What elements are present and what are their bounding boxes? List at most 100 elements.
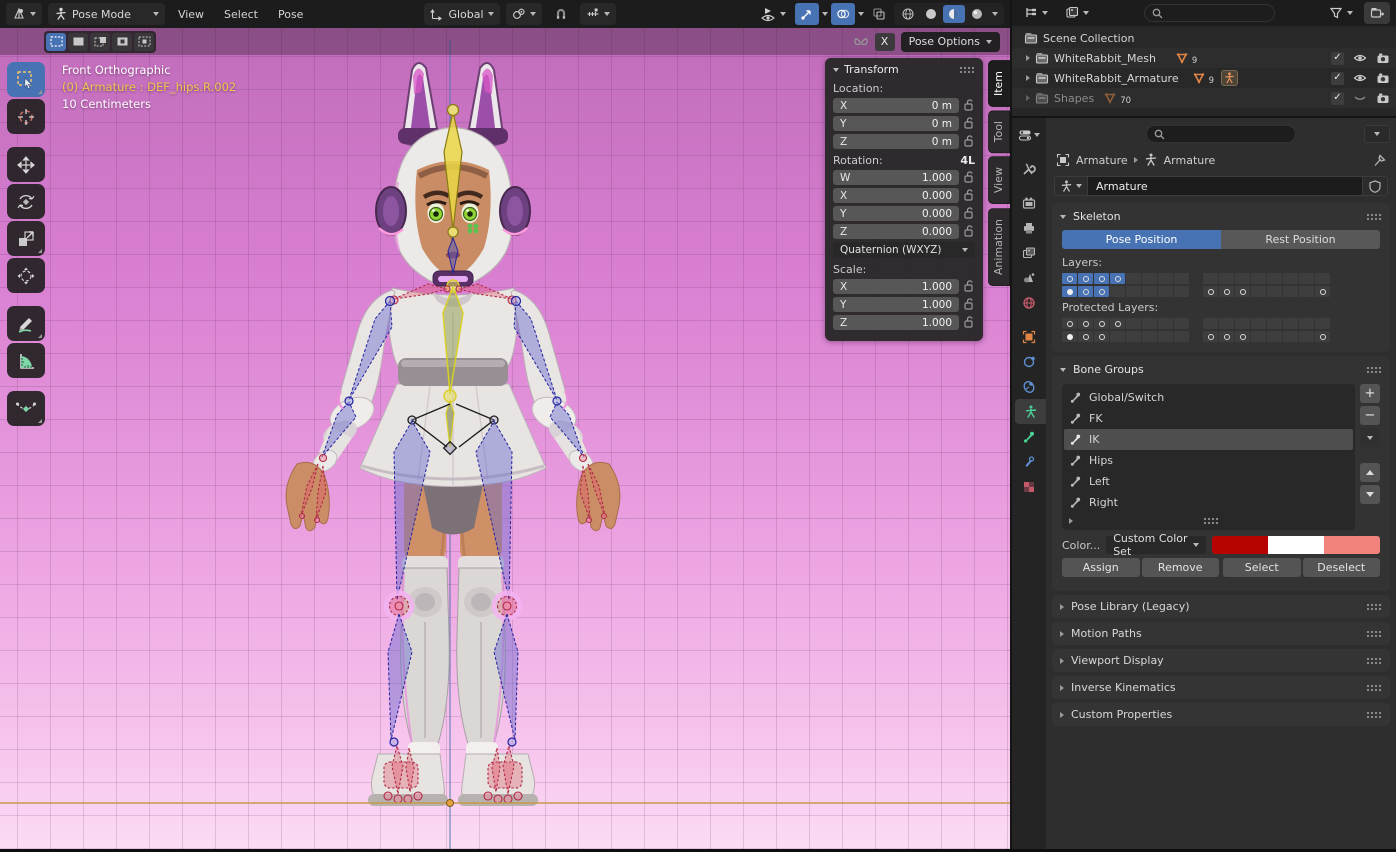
bone-layer-cell[interactable] (1219, 318, 1234, 329)
bone-layer-cell[interactable] (1251, 286, 1266, 297)
panel-grip[interactable] (1366, 603, 1382, 610)
scale-x-field[interactable]: X1.000 (833, 279, 959, 294)
bone-layer-cell[interactable] (1251, 318, 1266, 329)
select-mode-set-button[interactable] (46, 33, 66, 51)
bone-layer-cell[interactable] (1126, 273, 1141, 284)
bone-layer-cell[interactable] (1174, 331, 1189, 342)
outliner-row-armature[interactable]: WhiteRabbit_Armature 9 ✓ (1012, 68, 1396, 88)
outliner-properties-divider[interactable] (1012, 116, 1396, 118)
bone-layer-cell[interactable] (1174, 318, 1189, 329)
panel-custom-properties[interactable]: Custom Properties (1052, 703, 1390, 726)
bone-layer-cell[interactable] (1142, 331, 1157, 342)
panel-collapse-chevron[interactable] (1060, 368, 1066, 372)
select-mode-extend-button[interactable] (68, 33, 88, 51)
tool-transform[interactable] (7, 258, 45, 293)
rotation-x-field[interactable]: X0.000 (833, 188, 959, 203)
bone-layer-cell[interactable] (1142, 318, 1157, 329)
rotation-w-field[interactable]: W1.000 (833, 170, 959, 185)
bone-layer-cell[interactable] (1219, 286, 1234, 297)
shading-rendered-button[interactable] (966, 5, 988, 23)
bone-group-specials-button[interactable] (1360, 428, 1380, 447)
bone-layer-cell[interactable] (1267, 273, 1282, 284)
expander-icon[interactable] (1026, 55, 1030, 61)
select-mode-invert-button[interactable] (112, 33, 132, 51)
lock-open-icon[interactable] (964, 225, 975, 238)
bone-layer-cell[interactable] (1299, 286, 1314, 297)
snap-toggle[interactable] (548, 3, 574, 25)
mode-selector[interactable]: Pose Mode (48, 3, 165, 25)
lock-open-icon[interactable] (964, 171, 975, 184)
bone-layer-cell[interactable] (1315, 318, 1330, 329)
expander-icon[interactable] (1026, 95, 1030, 101)
tool-scale[interactable] (7, 221, 45, 256)
new-collection-button[interactable] (1364, 2, 1390, 24)
bone-layer-cell[interactable] (1158, 286, 1173, 297)
tab-object-constraints[interactable] (1012, 374, 1046, 399)
bone-layer-cell[interactable] (1299, 331, 1314, 342)
overlays-toggle[interactable] (831, 3, 855, 25)
list-resize-grip[interactable] (1203, 517, 1219, 524)
tool-annotate[interactable] (7, 306, 45, 341)
bone-layer-cell[interactable] (1158, 331, 1173, 342)
gizmos-dropdown[interactable] (822, 12, 828, 16)
bone-layer-cell[interactable] (1267, 286, 1282, 297)
lock-open-icon[interactable] (964, 135, 975, 148)
outliner-filter[interactable] (1323, 2, 1359, 24)
xray-toggle[interactable] (867, 3, 891, 25)
properties-options-dropdown[interactable] (1364, 125, 1390, 143)
breadcrumb-data[interactable]: Armature (1164, 154, 1216, 167)
panel-grip[interactable] (1366, 711, 1382, 718)
panel-grip[interactable] (1366, 630, 1382, 637)
bone-layer-cell[interactable] (1094, 273, 1109, 284)
tab-scene-properties[interactable] (1012, 265, 1046, 290)
bone-layer-cell[interactable] (1315, 273, 1330, 284)
tool-measure[interactable] (7, 343, 45, 378)
panel-viewport-display[interactable]: Viewport Display (1052, 649, 1390, 672)
bone-layer-cell[interactable] (1174, 286, 1189, 297)
swatch-select[interactable] (1268, 536, 1324, 554)
editor-type-button[interactable] (6, 3, 42, 25)
shading-solid-button[interactable] (920, 5, 942, 23)
bone-layer-cell[interactable] (1203, 286, 1218, 297)
lock-open-icon[interactable] (964, 117, 975, 130)
outliner-row-shapes[interactable]: Shapes 70 ✓ (1012, 88, 1396, 108)
lock-open-icon[interactable] (964, 316, 975, 329)
disable-render-camera-icon[interactable] (1376, 71, 1390, 85)
expander-icon[interactable] (1026, 75, 1030, 81)
bone-layer-cell[interactable] (1299, 273, 1314, 284)
shading-wireframe-button[interactable] (897, 5, 919, 23)
bone-layer-cell[interactable] (1235, 318, 1250, 329)
lock-open-icon[interactable] (964, 280, 975, 293)
swatch-normal[interactable] (1212, 536, 1268, 554)
tab-view-layer-properties[interactable] (1012, 240, 1046, 265)
tab-animation[interactable]: Animation (988, 208, 1010, 286)
bone-layer-cell[interactable] (1126, 286, 1141, 297)
properties-editor-type-button[interactable] (1012, 122, 1046, 147)
bone-layer-cell[interactable] (1094, 331, 1109, 342)
pin-icon[interactable] (1373, 154, 1386, 167)
panel-grip[interactable] (1366, 213, 1382, 220)
id-type-button[interactable] (1054, 176, 1088, 196)
panel-grip[interactable] (1366, 684, 1382, 691)
tab-bone-constraints[interactable] (1012, 449, 1046, 474)
outliner-filter-images[interactable] (1059, 2, 1095, 24)
bone-group-item[interactable]: Hips (1062, 450, 1355, 471)
disable-render-camera-icon[interactable] (1376, 51, 1390, 65)
lock-open-icon[interactable] (964, 298, 975, 311)
panel-motion-paths[interactable]: Motion Paths (1052, 622, 1390, 645)
rotation-mode-select[interactable]: Quaternion (WXYZ) (833, 242, 975, 258)
deselect-button[interactable]: Deselect (1303, 558, 1381, 577)
tab-world-properties[interactable] (1012, 290, 1046, 315)
hidden-eye-closed-icon[interactable] (1353, 91, 1367, 105)
add-bone-group-button[interactable]: + (1360, 384, 1380, 403)
bone-layer-cell[interactable] (1062, 331, 1077, 342)
selectability-checkbox[interactable]: ✓ (1331, 52, 1344, 65)
bone-layer-cell[interactable] (1219, 273, 1234, 284)
bone-layer-cell[interactable] (1315, 331, 1330, 342)
lock-open-icon[interactable] (964, 207, 975, 220)
location-y-field[interactable]: Y0 m (833, 116, 959, 131)
bone-layer-cell[interactable] (1142, 286, 1157, 297)
panel-collapse-chevron[interactable] (833, 68, 839, 72)
panel-pose-library[interactable]: Pose Library (Legacy) (1052, 595, 1390, 618)
breadcrumb-object[interactable]: Armature (1076, 154, 1128, 167)
